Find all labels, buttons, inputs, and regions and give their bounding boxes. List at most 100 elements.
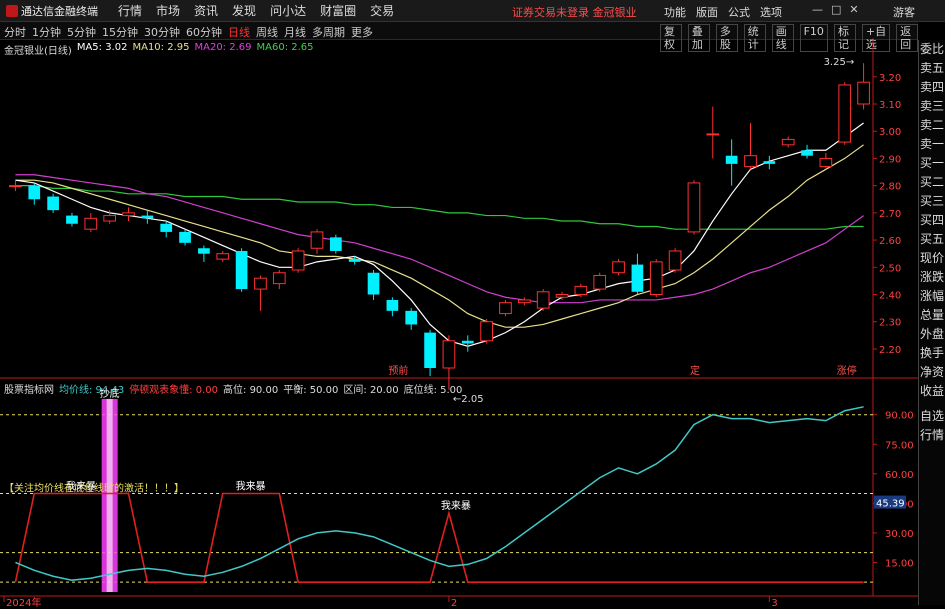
candle-down — [47, 196, 59, 211]
candle-up — [668, 250, 682, 271]
time-tick-label: 2024年 — [6, 596, 41, 609]
current-value-label: 45.39 — [876, 499, 905, 510]
candle-down — [424, 332, 436, 368]
indicator-tick-label: 75.00 — [885, 440, 914, 451]
quote-field-5[interactable]: 卖一 — [919, 135, 945, 154]
quote-field-7[interactable]: 买二 — [919, 173, 945, 192]
candle-up — [781, 138, 795, 146]
quote-field-14[interactable]: 总量 — [919, 306, 945, 325]
candle-up — [649, 261, 663, 296]
candle-up — [310, 231, 324, 249]
price-tick-label: 3.00 — [879, 127, 901, 138]
candle-up — [838, 84, 852, 143]
candle-up — [706, 133, 720, 136]
highlight-core — [106, 398, 113, 592]
signal-label: 我来暴 — [236, 481, 266, 493]
quote-field-17[interactable]: 净资 — [919, 363, 945, 382]
candle-up — [819, 157, 833, 168]
candle-up — [272, 272, 286, 285]
candle-down — [198, 248, 210, 254]
candle-up — [744, 155, 757, 168]
candle-up — [857, 81, 870, 105]
indicator-tick-label: 90.00 — [885, 411, 914, 422]
candle-down — [386, 299, 399, 311]
signal-label: 我来暴 — [441, 500, 471, 512]
candle-down — [329, 237, 342, 251]
candle-down — [405, 310, 418, 325]
quote-field-0[interactable]: 委比 — [919, 40, 945, 59]
quote-field-15[interactable]: 外盘 — [919, 325, 945, 344]
candle-up — [216, 253, 230, 260]
price-tick-label: 2.40 — [879, 291, 901, 302]
quote-field-3[interactable]: 卖三 — [919, 97, 945, 116]
candle-up — [480, 321, 493, 342]
candle-down — [160, 223, 173, 232]
price-tick-label: 3.20 — [879, 73, 901, 84]
quote-field-13[interactable]: 涨幅 — [919, 287, 945, 306]
candle-up — [122, 212, 135, 217]
candle-up — [612, 261, 625, 274]
event-tag: 涨停 — [837, 364, 857, 377]
candle-up — [103, 215, 117, 222]
price-tick-label: 2.20 — [879, 345, 901, 356]
candle-down — [367, 272, 380, 295]
candle-up — [536, 291, 550, 309]
signal-top-label: 抄底 — [100, 387, 120, 400]
candle-up — [555, 294, 569, 298]
quote-field-8[interactable]: 买三 — [919, 192, 945, 211]
candle-down — [725, 155, 738, 164]
candle-down — [179, 231, 191, 243]
candle-up — [499, 302, 512, 315]
price-tick-label: 2.80 — [879, 182, 901, 193]
quote-field-18[interactable]: 收益 — [919, 382, 945, 401]
candle-up — [254, 277, 267, 290]
candle-up — [517, 299, 531, 304]
quote-field-2[interactable]: 卖四 — [919, 78, 945, 97]
quote-field-10[interactable]: 买五 — [919, 230, 945, 249]
panel-tab-0[interactable]: 自选 — [919, 407, 945, 426]
candle-up — [291, 250, 305, 271]
candle-up — [9, 185, 22, 188]
quote-field-16[interactable]: 换手 — [919, 344, 945, 363]
quote-panel: 委比 卖五 卖四 卖三 卖二 卖一 买一 买二 买三 买四 买五 现价 涨跌 涨幅 总量 外盘 换手 净资 收益自选… — [918, 40, 945, 605]
candle-up — [442, 340, 456, 369]
panel-tab-1[interactable]: 行情 — [919, 426, 945, 445]
candle-up — [84, 217, 98, 230]
price-tick-label: 3.10 — [879, 100, 901, 111]
candle-down — [763, 161, 776, 164]
quote-field-12[interactable]: 涨跌 — [919, 268, 945, 287]
time-tick-label: 2 — [451, 598, 457, 609]
low-price-label: ←2.05 — [453, 394, 484, 405]
candle-up — [687, 182, 701, 233]
quote-field-9[interactable]: 买四 — [919, 211, 945, 230]
ma-line-MA10 — [15, 144, 864, 328]
candle-down — [66, 215, 78, 224]
price-tick-label: 2.50 — [879, 263, 901, 274]
price-tick-label: 2.30 — [879, 318, 901, 329]
candle-up — [574, 285, 588, 296]
indicator-tick-label: 15.00 — [885, 558, 914, 569]
candle-down — [141, 215, 154, 219]
candle-down — [28, 185, 41, 200]
quote-field-4[interactable]: 卖二 — [919, 116, 945, 135]
quote-field-6[interactable]: 买一 — [919, 154, 945, 173]
candle-up — [593, 274, 607, 290]
quote-field-11[interactable]: 现价 — [919, 249, 945, 268]
candle-down — [461, 340, 474, 344]
candle-down — [235, 250, 248, 290]
high-price-label: 3.25→ — [824, 57, 855, 68]
chart-canvas[interactable]: 2.20 2.30 2.40 2.50 2.60 2.70 2.80 2.90 3.00 3.10… — [0, 0, 918, 609]
candle-down — [801, 150, 813, 156]
indicator-tick-label: 60.00 — [885, 470, 914, 481]
price-tick-label: 2.90 — [879, 154, 901, 165]
quote-field-1[interactable]: 卖五 — [919, 59, 945, 78]
signal-label: 我来暴 — [66, 481, 96, 493]
time-tick-label: 3 — [771, 598, 777, 609]
price-tick-label: 2.70 — [879, 209, 901, 220]
candle-down — [631, 264, 644, 292]
event-tag: 定 — [690, 364, 700, 377]
candle-down — [348, 259, 361, 262]
event-tag: 预前 — [388, 364, 408, 377]
price-tick-label: 2.60 — [879, 236, 901, 247]
indicator-tick-label: 30.00 — [885, 529, 914, 540]
